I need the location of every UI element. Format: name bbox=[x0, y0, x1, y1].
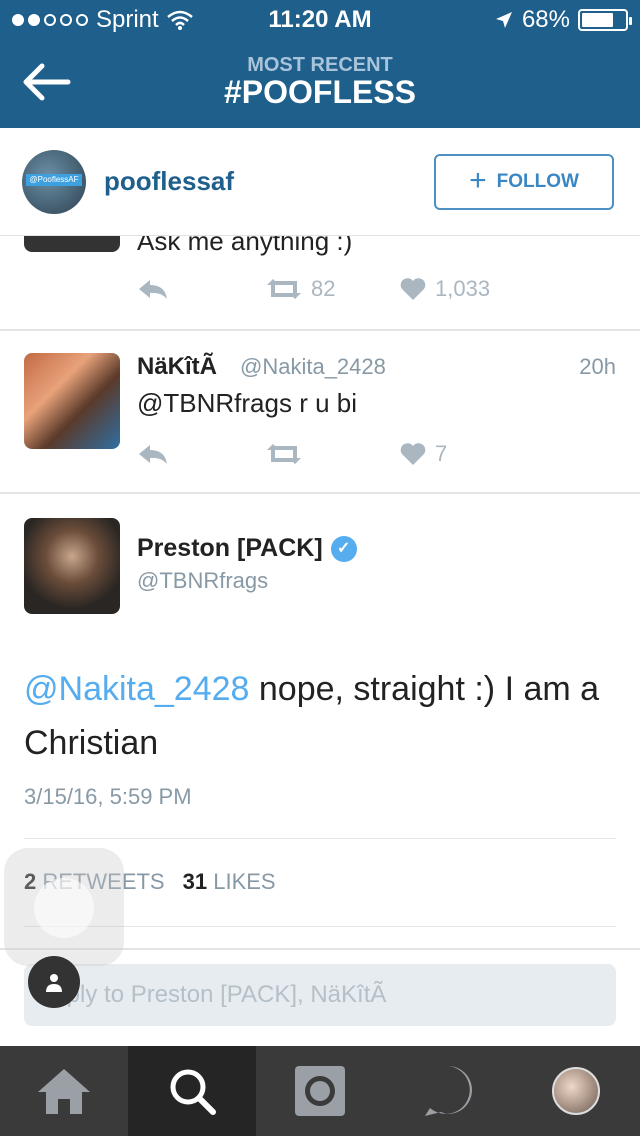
status-bar: Sprint 11:20 AM 68% bbox=[0, 0, 640, 40]
battery-percent: 68% bbox=[521, 6, 570, 33]
likes-count: 31 bbox=[182, 869, 208, 894]
location-arrow-icon bbox=[495, 12, 512, 28]
camera-icon bbox=[295, 1066, 345, 1116]
tweet-text: @TBNRfrags r u bi bbox=[137, 388, 357, 418]
like-action[interactable]: 1,033 bbox=[399, 276, 490, 302]
reply-input[interactable]: Reply to Preston [PACK], NäKîtÃ bbox=[24, 964, 616, 1026]
like-count: 7 bbox=[435, 441, 448, 466]
tweet-item[interactable]: NäKîtÃ @Nakita_2428 20h @TBNRfrags r u b… bbox=[0, 331, 640, 494]
retweet-icon bbox=[267, 444, 301, 464]
author-name-text: Preston [PACK] bbox=[137, 534, 323, 562]
like-count: 1,033 bbox=[435, 276, 491, 301]
plus-icon: + bbox=[469, 164, 487, 197]
profile-row: @PooflessAF pooflessaf + FOLLOW bbox=[0, 128, 640, 236]
assistive-touch-button[interactable] bbox=[4, 848, 124, 966]
tweet-item[interactable]: Ask me anything :) 82 1,033 bbox=[0, 236, 640, 331]
nav-bar: MOST RECENT #POOFLESS bbox=[0, 40, 640, 128]
heart-icon bbox=[400, 278, 426, 300]
tab-camera[interactable] bbox=[256, 1046, 384, 1136]
verified-badge-icon: ✓ bbox=[330, 535, 357, 562]
tweet-author-handle: @Nakita_2428 bbox=[240, 354, 386, 379]
screen: Sprint 11:20 AM 68% MOST RECENT #POOFLES… bbox=[0, 0, 640, 1136]
heart-icon bbox=[400, 443, 426, 465]
status-right: 68% bbox=[494, 6, 632, 34]
tweet-author-name[interactable]: Preston [PACK] ✓ bbox=[137, 534, 357, 563]
reply-icon bbox=[139, 280, 167, 299]
tweet-feed: Ask me anything :) 82 1,033 NäKîtÃ @Naki… bbox=[0, 236, 640, 1046]
likes-label: LIKES bbox=[213, 869, 276, 894]
profile-avatar[interactable]: @PooflessAF bbox=[22, 150, 86, 214]
tweet-avatar[interactable] bbox=[24, 236, 120, 252]
likes-stat[interactable]: 31 LIKES bbox=[183, 869, 276, 895]
battery-icon bbox=[578, 9, 632, 31]
tweet-avatar[interactable] bbox=[24, 353, 120, 449]
profile-avatar bbox=[552, 1067, 600, 1115]
search-icon bbox=[170, 1069, 216, 1115]
tweet-author-name[interactable]: NäKîtÃ bbox=[137, 353, 217, 381]
tweet-actions: 7 bbox=[137, 439, 447, 469]
home-icon bbox=[38, 1069, 90, 1114]
reply-action[interactable] bbox=[137, 277, 265, 301]
like-action[interactable]: 7 bbox=[399, 441, 447, 467]
reply-action[interactable] bbox=[137, 442, 265, 466]
tab-bar bbox=[0, 1046, 640, 1136]
tab-home[interactable] bbox=[0, 1046, 128, 1136]
top-bar: Sprint 11:20 AM 68% MOST RECENT #POOFLES… bbox=[0, 0, 640, 128]
tab-activity[interactable] bbox=[384, 1046, 512, 1136]
divider bbox=[24, 838, 616, 839]
tweet-avatar[interactable] bbox=[24, 518, 120, 614]
tweet-author-handle: @TBNRfrags bbox=[137, 568, 269, 593]
retweet-action[interactable]: 82 bbox=[265, 276, 399, 302]
tab-search[interactable] bbox=[128, 1046, 256, 1136]
avatar-tag: @PooflessAF bbox=[26, 174, 82, 186]
tweet-time: 20h bbox=[579, 354, 616, 379]
tab-profile[interactable] bbox=[512, 1046, 640, 1136]
reply-icon bbox=[139, 445, 167, 464]
tweet-actions: 82 1,033 bbox=[137, 274, 490, 304]
tweet-date: 3/15/16, 5:59 PM bbox=[24, 784, 192, 809]
user-icon[interactable] bbox=[28, 956, 80, 1008]
nav-title: #POOFLESS bbox=[223, 74, 417, 110]
profile-username[interactable]: pooflessaf bbox=[104, 166, 234, 197]
mention-link[interactable]: @Nakita_2428 bbox=[24, 670, 249, 708]
follow-label: FOLLOW bbox=[496, 171, 579, 192]
retweet-count: 82 bbox=[311, 276, 336, 301]
tweet-body: @Nakita_2428 nope, straight :) I am a Ch… bbox=[24, 662, 616, 770]
retweet-action[interactable] bbox=[265, 442, 399, 466]
activity-icon bbox=[425, 1066, 472, 1116]
retweet-icon bbox=[267, 279, 301, 299]
follow-button[interactable]: + FOLLOW bbox=[434, 154, 614, 210]
tweet-text: Ask me anything :) bbox=[137, 236, 353, 256]
